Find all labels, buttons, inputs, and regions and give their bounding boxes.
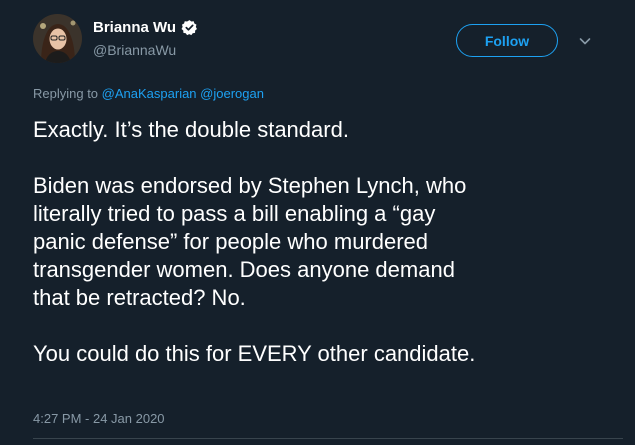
replying-to: Replying to @AnaKasparian @joerogan (33, 86, 264, 101)
tweet-card: Brianna Wu @BriannaWu Follow Replying to… (0, 0, 635, 445)
tweet-text: Exactly. It’s the double standard. Biden… (33, 116, 623, 368)
tweet-timestamp[interactable]: 4:27 PM - 24 Jan 2020 (33, 411, 165, 426)
mention-link[interactable]: @joerogan (200, 86, 264, 101)
divider (33, 438, 623, 439)
author-name-row: Brianna Wu (93, 19, 198, 36)
replying-to-label: Replying to (33, 86, 99, 101)
mention-link[interactable]: @AnaKasparian (102, 86, 197, 101)
author-display-name[interactable]: Brianna Wu (93, 19, 176, 36)
avatar-image (33, 14, 82, 63)
verified-badge-icon (181, 19, 198, 36)
tweet-paragraph: Biden was endorsed by Stephen Lynch, who… (33, 173, 467, 310)
author-handle[interactable]: @BriannaWu (93, 42, 176, 58)
tweet-paragraph: You could do this for EVERY other candid… (33, 341, 476, 366)
chevron-down-icon[interactable] (577, 33, 593, 49)
avatar[interactable] (33, 14, 82, 63)
follow-button[interactable]: Follow (456, 24, 558, 57)
tweet-paragraph: Exactly. It’s the double standard. (33, 117, 349, 142)
